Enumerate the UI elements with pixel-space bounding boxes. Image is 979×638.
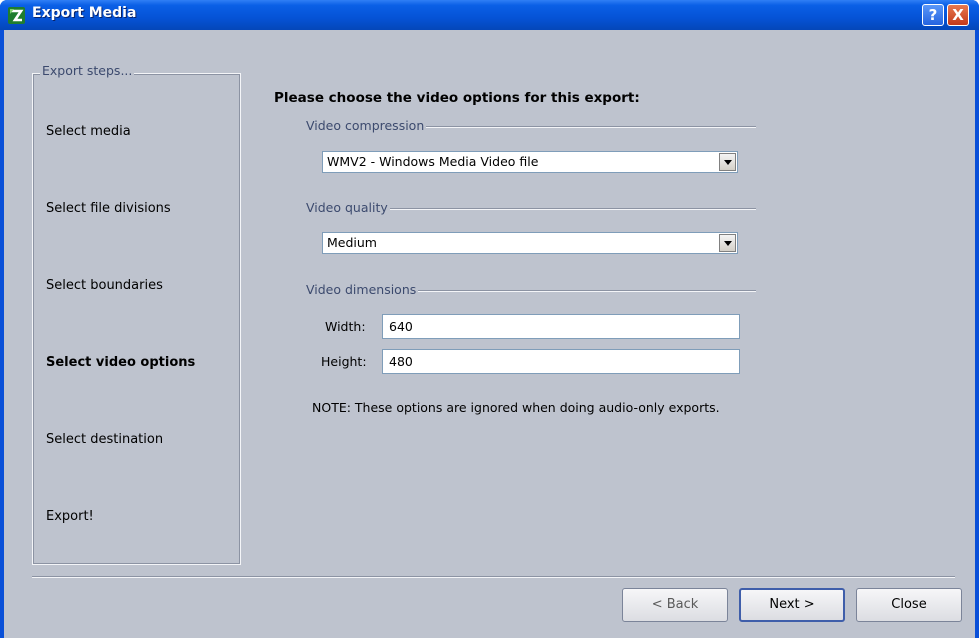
step-select-video-options: Select video options [46,355,196,370]
width-label: Width: [325,319,366,334]
window-title: Export Media [32,5,137,21]
help-button[interactable]: ? [922,4,944,26]
video-compression-value: WMV2 - Windows Media Video file [327,154,539,169]
close-button[interactable]: Close [856,588,962,622]
height-field[interactable]: 480 [382,349,740,374]
chevron-down-icon[interactable] [719,153,736,171]
width-field[interactable]: 640 [382,314,740,339]
step-select-destination: Select destination [46,432,164,447]
button-separator [32,576,955,578]
export-steps-panel [32,73,241,565]
video-compression-label: Video compression [306,118,427,133]
export-steps-legend: Export steps... [40,63,135,78]
app-logo-icon [8,7,25,24]
step-select-boundaries: Select boundaries [46,278,163,293]
title-bar[interactable]: Export Media ? X [0,0,979,30]
next-button[interactable]: Next > [739,588,845,622]
chevron-down-icon[interactable] [719,234,736,252]
height-label: Height: [321,354,367,369]
step-export: Export! [46,509,94,524]
back-button[interactable]: < Back [622,588,728,622]
audio-only-note: NOTE: These options are ignored when doi… [312,400,720,415]
video-quality-label: Video quality [306,200,390,215]
video-dimensions-label: Video dimensions [306,282,419,297]
close-window-button[interactable]: X [947,4,969,26]
video-quality-value: Medium [327,235,377,250]
dialog-body: Export steps... Select media Select file… [4,30,975,638]
export-media-window: Export Media ? X Export steps... Select … [0,0,979,638]
page-heading: Please choose the video options for this… [274,90,640,106]
video-compression-select[interactable]: WMV2 - Windows Media Video file [322,151,738,173]
video-quality-select[interactable]: Medium [322,232,738,254]
step-select-media: Select media [46,124,131,139]
step-select-file-divisions: Select file divisions [46,201,171,216]
